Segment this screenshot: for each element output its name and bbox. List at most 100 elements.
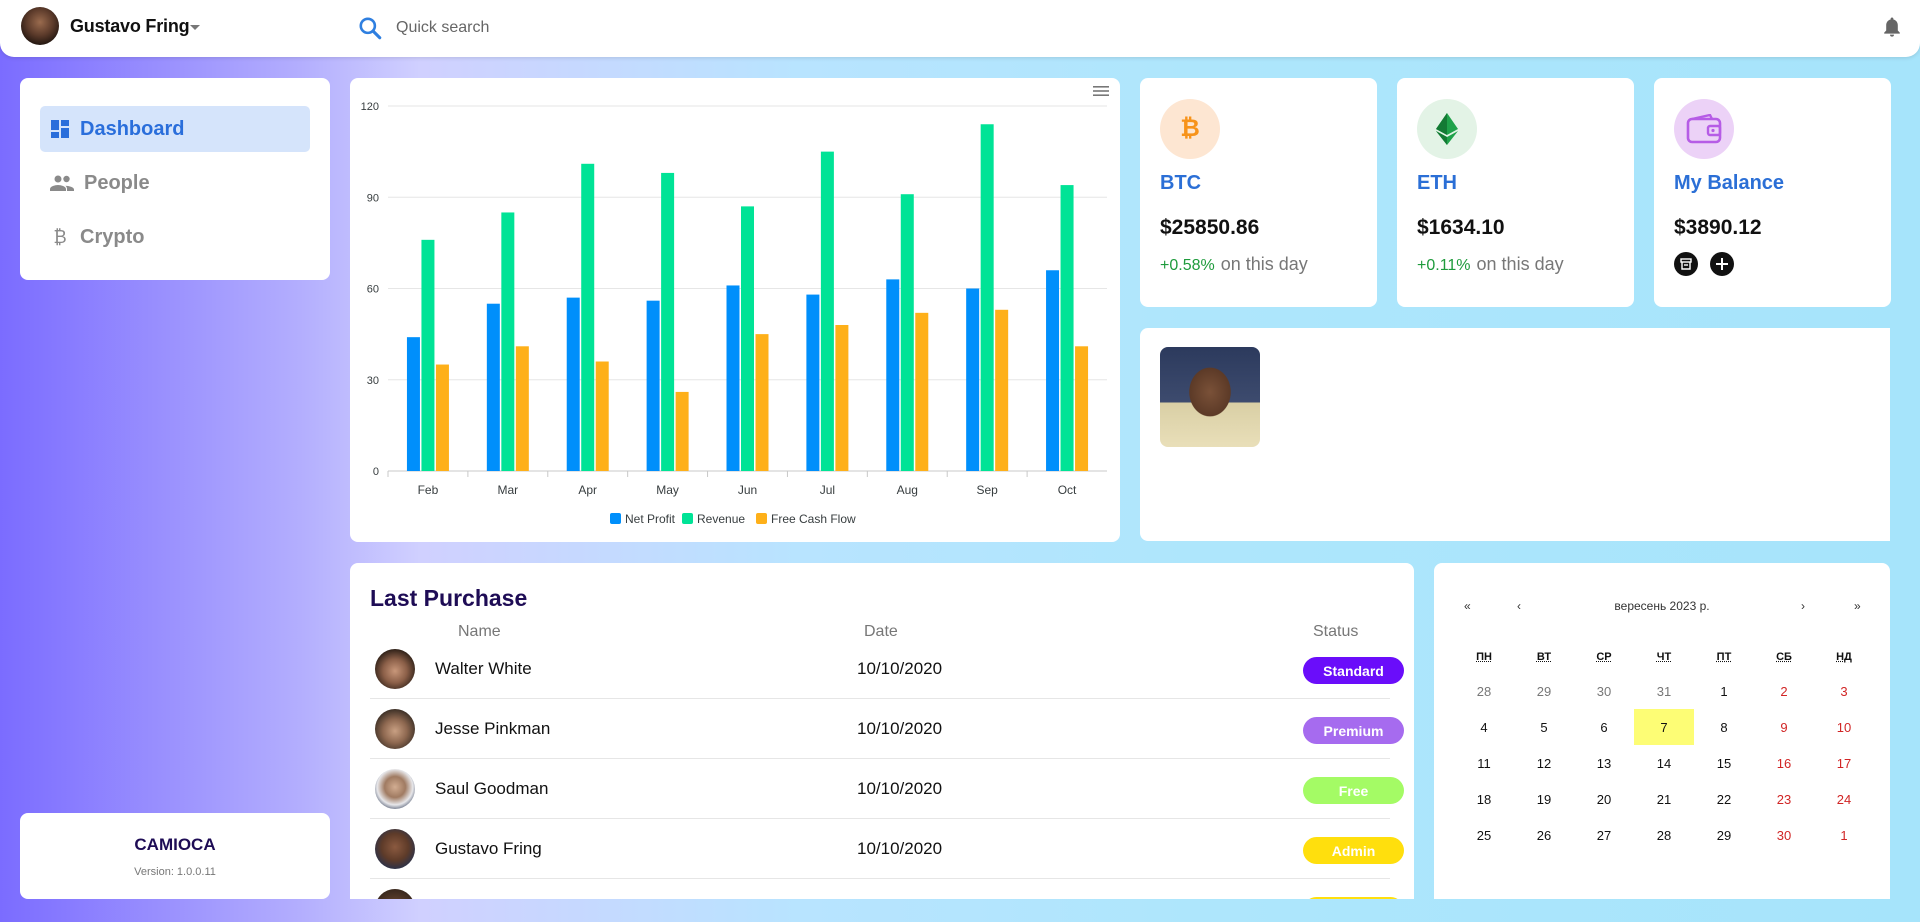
calendar-day[interactable]: 27 bbox=[1574, 817, 1634, 853]
calendar-next-month[interactable]: › bbox=[1801, 599, 1805, 613]
avatar bbox=[375, 889, 415, 899]
calendar-day[interactable]: 18 bbox=[1454, 781, 1514, 817]
calendar-day[interactable]: 30 bbox=[1574, 673, 1634, 709]
y-tick-label: 90 bbox=[367, 192, 379, 204]
bar-revenue bbox=[900, 194, 914, 471]
coin-name: BTC bbox=[1160, 172, 1202, 194]
calendar-day[interactable]: 11 bbox=[1454, 745, 1514, 781]
bar-revenue bbox=[980, 124, 994, 471]
deposit-icon[interactable] bbox=[1674, 252, 1698, 276]
top-bar: Gustavo Fring bbox=[0, 0, 1920, 57]
search-input[interactable] bbox=[396, 15, 896, 41]
user-name[interactable]: Gustavo Fring bbox=[70, 16, 190, 37]
bitcoin-icon: ₿ bbox=[53, 226, 67, 247]
bar-free-cash-flow bbox=[515, 346, 529, 471]
calendar-day[interactable]: 30 bbox=[1754, 817, 1814, 853]
row-name: Walter White bbox=[435, 659, 532, 678]
weekday-label: ЧТ bbox=[1656, 651, 1672, 663]
bitcoin-icon: ₿ bbox=[1160, 99, 1220, 159]
calendar-day[interactable]: 4 bbox=[1454, 709, 1514, 745]
app-footer: CAMIOCA Version: 1.0.0.11 bbox=[20, 813, 330, 899]
wallet-icon bbox=[1674, 99, 1734, 159]
bar-net-profit bbox=[486, 303, 500, 471]
x-tick-label: Oct bbox=[1058, 483, 1077, 497]
calendar-day[interactable]: 17 bbox=[1814, 745, 1874, 781]
calendar-next-year[interactable]: » bbox=[1854, 599, 1861, 613]
y-tick-label: 30 bbox=[367, 375, 379, 387]
bar-free-cash-flow bbox=[1075, 346, 1089, 471]
calendar-day[interactable]: 1 bbox=[1694, 673, 1754, 709]
balance-card: My Balance $3890.12 bbox=[1654, 78, 1891, 307]
y-tick-label: 120 bbox=[361, 101, 379, 113]
eth-card[interactable]: ETH $1634.10 +0.11% on this day bbox=[1397, 78, 1634, 307]
calendar-day[interactable]: 23 bbox=[1754, 781, 1814, 817]
coin-change: +0.11% on this day bbox=[1417, 254, 1564, 275]
calendar-day[interactable]: 5 bbox=[1514, 709, 1574, 745]
legend-marker bbox=[682, 513, 693, 524]
bar-net-profit bbox=[966, 288, 980, 471]
calendar-month-label[interactable]: вересень 2023 р. bbox=[1434, 599, 1890, 613]
bar-net-profit bbox=[886, 279, 900, 471]
bar-revenue bbox=[421, 239, 435, 471]
calendar-day[interactable]: 29 bbox=[1694, 817, 1754, 853]
change-label: on this day bbox=[1476, 254, 1564, 274]
table-row[interactable]: Jesse Pinkman 10/10/2020 Premium bbox=[370, 699, 1404, 759]
calendar-day[interactable]: 14 bbox=[1634, 745, 1694, 781]
x-tick-label: Feb bbox=[418, 483, 439, 497]
table-row[interactable]: Saul Goodman 10/10/2020 Free bbox=[370, 759, 1404, 819]
people-icon bbox=[50, 173, 74, 193]
calendar-day[interactable]: 7 bbox=[1634, 709, 1694, 745]
x-tick-label: Sep bbox=[976, 483, 998, 497]
calendar-day[interactable]: 3 bbox=[1814, 673, 1874, 709]
bar-revenue bbox=[501, 212, 515, 472]
calendar-day[interactable]: 2 bbox=[1754, 673, 1814, 709]
calendar-day[interactable]: 22 bbox=[1694, 781, 1754, 817]
bar-revenue bbox=[1060, 185, 1074, 471]
sidebar-item-crypto[interactable]: ₿ Crypto bbox=[40, 214, 310, 260]
calendar-day[interactable]: 26 bbox=[1514, 817, 1574, 853]
calendar-day[interactable]: 13 bbox=[1574, 745, 1634, 781]
table-row[interactable] bbox=[370, 879, 1404, 899]
coin-price: $25850.86 bbox=[1160, 216, 1260, 239]
profile-photo-card bbox=[1140, 328, 1890, 541]
btc-card[interactable]: ₿ BTC $25850.86 +0.58% on this day bbox=[1140, 78, 1377, 307]
bar-free-cash-flow bbox=[675, 391, 689, 471]
bar-revenue bbox=[661, 172, 675, 471]
calendar-day[interactable]: 20 bbox=[1574, 781, 1634, 817]
chevron-down-icon[interactable] bbox=[190, 25, 200, 30]
bar-free-cash-flow bbox=[915, 312, 929, 471]
calendar-day[interactable]: 29 bbox=[1514, 673, 1574, 709]
x-tick-label: Mar bbox=[497, 483, 518, 497]
calendar-day[interactable]: 9 bbox=[1754, 709, 1814, 745]
calendar-day[interactable]: 1 bbox=[1814, 817, 1874, 853]
calendar-day[interactable]: 24 bbox=[1814, 781, 1874, 817]
weekday-label: СР bbox=[1596, 651, 1612, 663]
calendar-day[interactable]: 10 bbox=[1814, 709, 1874, 745]
bar-free-cash-flow bbox=[995, 309, 1009, 471]
bell-icon[interactable] bbox=[1882, 16, 1902, 38]
calendar-day[interactable]: 6 bbox=[1574, 709, 1634, 745]
coin-name: ETH bbox=[1417, 172, 1457, 194]
sidebar-item-people[interactable]: People bbox=[40, 160, 310, 206]
calendar-day[interactable]: 31 bbox=[1634, 673, 1694, 709]
calendar-day[interactable]: 21 bbox=[1634, 781, 1694, 817]
calendar-day[interactable]: 25 bbox=[1454, 817, 1514, 853]
add-icon[interactable] bbox=[1710, 252, 1734, 276]
row-name: Jesse Pinkman bbox=[435, 719, 551, 738]
search-icon[interactable] bbox=[357, 15, 383, 41]
avatar bbox=[375, 769, 415, 809]
bar-free-cash-flow bbox=[835, 325, 849, 471]
calendar-day[interactable]: 16 bbox=[1754, 745, 1814, 781]
calendar-day[interactable]: 28 bbox=[1454, 673, 1514, 709]
table-row[interactable]: Gustavo Fring 10/10/2020 Admin bbox=[370, 819, 1404, 879]
row-date: 10/10/2020 bbox=[857, 779, 943, 798]
profile-photo bbox=[1160, 347, 1260, 447]
sidebar-item-dashboard[interactable]: Dashboard bbox=[40, 106, 310, 152]
calendar-day[interactable]: 12 bbox=[1514, 745, 1574, 781]
calendar-day[interactable]: 28 bbox=[1634, 817, 1694, 853]
calendar-day[interactable]: 19 bbox=[1514, 781, 1574, 817]
calendar-day[interactable]: 15 bbox=[1694, 745, 1754, 781]
calendar-day[interactable]: 8 bbox=[1694, 709, 1754, 745]
user-avatar[interactable] bbox=[21, 7, 59, 45]
table-row[interactable]: Walter White 10/10/2020 Standard bbox=[370, 639, 1404, 699]
